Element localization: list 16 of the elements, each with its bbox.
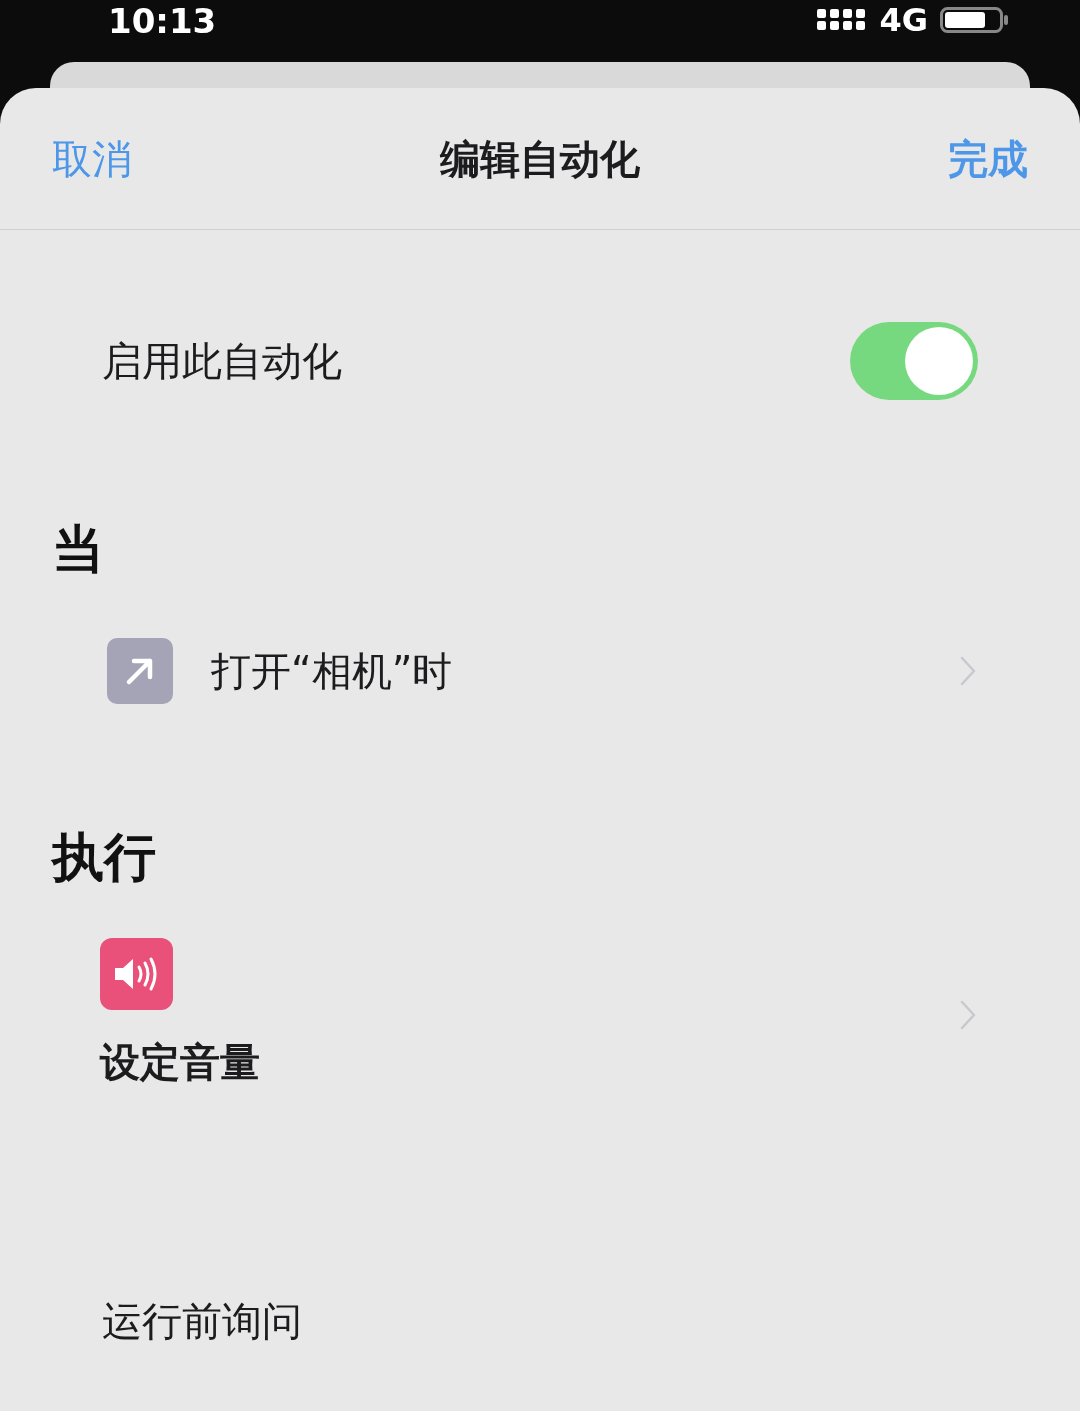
signal-icon [817, 9, 868, 31]
sheet-title: 编辑自动化 [440, 134, 640, 184]
action-label: 设定音量 [100, 1038, 261, 1087]
ask-before-run-label: 运行前询问 [101, 1297, 303, 1346]
trigger-label: 打开“相机”时 [211, 647, 454, 696]
chevron-icon [960, 656, 976, 686]
trigger-row[interactable]: 打开“相机”时 [0, 606, 1080, 736]
action-row[interactable]: 设定音量 [0, 914, 1080, 1116]
status-time: 10:13 [108, 4, 217, 38]
battery-icon [940, 7, 1010, 33]
chevron-icon [960, 1000, 976, 1030]
speaker-icon [100, 938, 173, 1010]
enable-label: 启用此自动化 [102, 337, 342, 386]
network-label: 4G [879, 4, 928, 36]
section-heading: 当 [51, 518, 105, 581]
section-heading: 执行 [50, 826, 157, 889]
